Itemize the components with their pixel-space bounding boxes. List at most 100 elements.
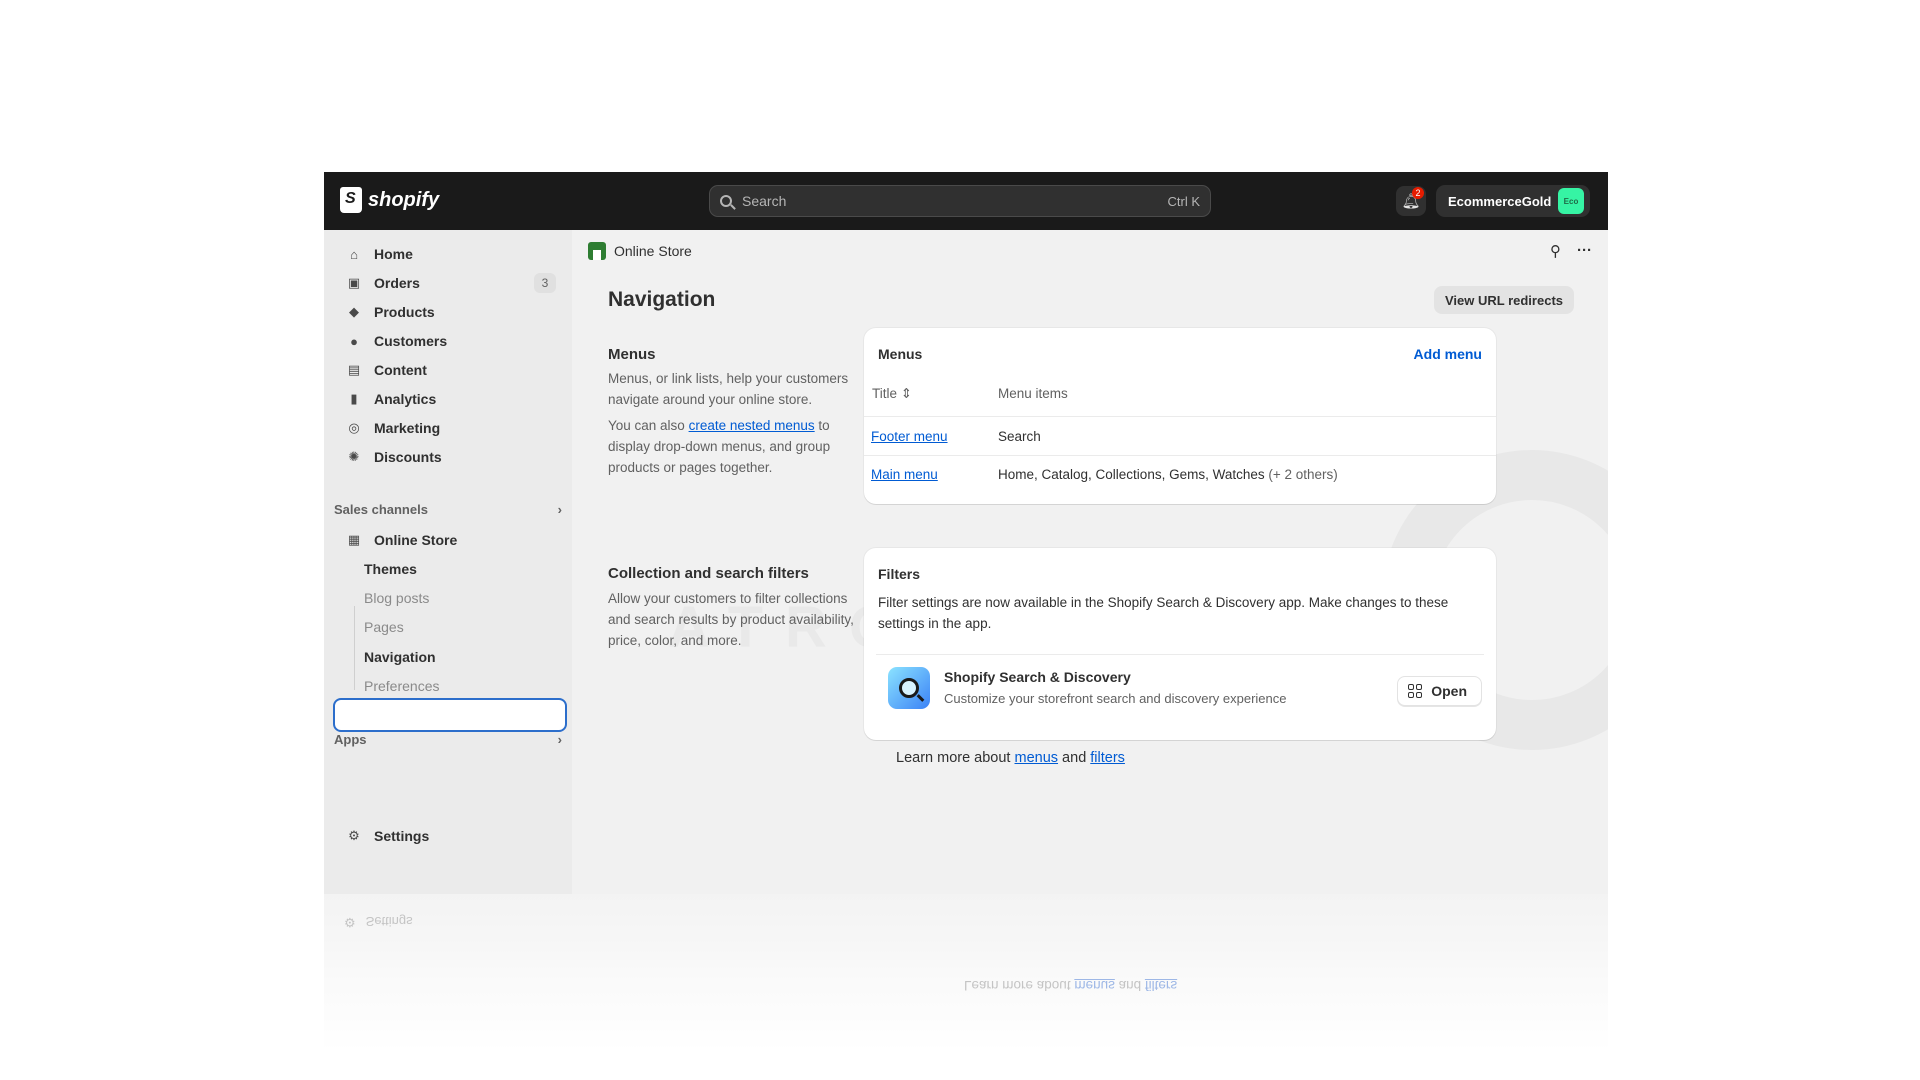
sort-icon: ⇕ xyxy=(900,386,913,401)
menus-section-desc: Menus, or link lists, help your customer… xyxy=(608,371,849,407)
store-name: EcommerceGold xyxy=(1448,193,1552,209)
tag-icon: ◆ xyxy=(349,304,359,319)
sidebar-subitem-themes[interactable]: Themes xyxy=(364,555,417,583)
menus-section-desc-2: You can also create nested menus to disp… xyxy=(608,415,858,478)
learn-mid: and xyxy=(1058,750,1091,766)
footer-menu-link[interactable]: Footer menu xyxy=(871,429,948,444)
menus-section-title: Menus xyxy=(608,346,656,363)
page-title: Navigation xyxy=(608,288,716,311)
online-store-icon xyxy=(588,242,606,260)
search-input[interactable]: Search Ctrl K xyxy=(709,185,1211,217)
more-icon[interactable]: ··· xyxy=(1577,242,1592,260)
gear-icon: ⚙ xyxy=(344,915,356,930)
app-row: Shopify Search & Discovery Customize you… xyxy=(876,654,1484,720)
filters-section-title: Collection and search filters xyxy=(608,565,809,582)
person-icon: ● xyxy=(350,333,358,349)
shopify-logo[interactable]: shopify xyxy=(340,187,439,213)
target-icon: ◎ xyxy=(348,420,360,435)
shopify-bag-icon xyxy=(340,187,362,213)
sidebar-item-home[interactable]: ⌂ Home xyxy=(332,240,564,268)
top-bar: shopify Search Ctrl K 🔔︎ 2 EcommerceGold… xyxy=(324,172,1608,230)
breadcrumb-label: Online Store xyxy=(614,243,692,259)
app-window: shopify Search Ctrl K 🔔︎ 2 EcommerceGold… xyxy=(324,172,1608,894)
breadcrumb[interactable]: Online Store xyxy=(588,242,692,260)
main-menu-items-text: Home, Catalog, Collections, Gems, Watche… xyxy=(998,467,1265,482)
open-label: Open xyxy=(1431,683,1467,699)
sidebar-item-customers[interactable]: ● Customers xyxy=(332,327,564,355)
apps-header[interactable]: Apps › xyxy=(334,732,562,747)
sidebar-item-label: Online Store xyxy=(374,532,458,548)
sidebar-item-discounts[interactable]: ✺ Discounts xyxy=(332,443,564,471)
inbox-icon: ▣ xyxy=(347,275,361,290)
sidebar-item-products[interactable]: ◆ Products xyxy=(332,298,564,326)
sidebar-subitem-preferences[interactable]: Preferences xyxy=(364,672,439,700)
app-description: Customize your storefront search and dis… xyxy=(944,691,1287,706)
pin-icon[interactable]: ⚲ xyxy=(1550,242,1561,260)
sidebar-item-label: Analytics xyxy=(374,391,437,407)
active-item-highlight xyxy=(333,698,567,732)
filters-help-link[interactable]: filters xyxy=(1090,750,1125,766)
magnifier-icon xyxy=(899,678,919,698)
app-name: Shopify Search & Discovery xyxy=(944,669,1131,685)
store-account-button[interactable]: EcommerceGold Eco xyxy=(1436,185,1590,217)
sub-nav-line xyxy=(354,606,355,690)
gear-icon: ⚙ xyxy=(348,828,360,843)
filters-card: Filters Filter settings are now availabl… xyxy=(864,548,1496,740)
sidebar-item-analytics[interactable]: ▮ Analytics xyxy=(332,385,564,413)
search-icon xyxy=(720,195,732,207)
filters-card-text: Filter settings are now available in the… xyxy=(878,595,1449,631)
reflection-learn-mid: and xyxy=(1114,978,1145,993)
menu-items-column-header: Menu items xyxy=(998,386,1068,401)
sidebar-item-settings[interactable]: ⚙ Settings xyxy=(332,822,564,850)
reflection-learn-more: Learn more about menus and filters xyxy=(964,978,1177,993)
avatar: Eco xyxy=(1558,188,1584,214)
orders-count-badge: 3 xyxy=(534,273,556,293)
add-menu-link[interactable]: Add menu xyxy=(1414,346,1482,362)
window-reflection: ⚙ Settings Learn more about menus and fil… xyxy=(324,894,1608,1080)
sidebar-item-content[interactable]: ▤ Content xyxy=(332,356,564,384)
create-nested-menus-link[interactable]: create nested menus xyxy=(689,418,815,433)
sales-channels-label: Sales channels xyxy=(334,502,428,517)
main-menu-items: Home, Catalog, Collections, Gems, Watche… xyxy=(998,467,1338,482)
sidebar-subitem-blog-posts[interactable]: Blog posts xyxy=(364,584,429,612)
view-url-redirects-button[interactable]: View URL redirects xyxy=(1433,286,1574,314)
sidebar-subitem-navigation[interactable]: Navigation xyxy=(364,643,436,671)
chevron-right-icon: › xyxy=(557,732,562,747)
search-discovery-app-icon xyxy=(888,667,930,709)
notification-badge: 2 xyxy=(1412,187,1424,199)
filters-section-desc: Allow your customers to filter collectio… xyxy=(608,591,854,648)
sidebar-item-label: Customers xyxy=(374,333,448,349)
main-menu-link[interactable]: Main menu xyxy=(871,467,938,482)
sidebar-item-marketing[interactable]: ◎ Marketing xyxy=(332,414,564,442)
page-actions: ⚲ ··· xyxy=(1550,242,1592,260)
menus-help-link[interactable]: menus xyxy=(1015,750,1059,766)
sidebar-item-label: Home xyxy=(374,246,413,262)
reflection-learn-prefix: Learn more about xyxy=(964,978,1075,993)
logo-text: shopify xyxy=(368,188,440,211)
home-icon: ⌂ xyxy=(350,246,358,262)
apps-grid-icon xyxy=(1408,684,1423,698)
row-divider xyxy=(864,455,1496,456)
search-placeholder: Search xyxy=(742,193,787,209)
title-column-header[interactable]: Title ⇕ xyxy=(872,386,912,402)
sidebar-subitem-pages[interactable]: Pages xyxy=(364,613,404,641)
main-menu-others: (+ 2 others) xyxy=(1268,467,1338,482)
sales-channels-header[interactable]: Sales channels › xyxy=(334,502,562,517)
row-divider xyxy=(864,416,1496,417)
sidebar: ⌂ Home ▣ Orders 3 ◆ Products ● Customers… xyxy=(324,230,572,894)
menus-card-title: Menus xyxy=(878,346,923,362)
reflection-filters: filters xyxy=(1144,978,1178,993)
sidebar-item-label: Discounts xyxy=(374,449,442,465)
main-content: ATRO ACADEMY Online Store ⚲ ··· Navigati… xyxy=(572,230,1608,894)
sidebar-item-label: Marketing xyxy=(374,420,441,436)
bar-chart-icon: ▮ xyxy=(350,391,358,406)
open-app-button[interactable]: Open xyxy=(1397,676,1482,706)
apps-label: Apps xyxy=(334,732,367,747)
sidebar-item-label: Content xyxy=(374,362,427,378)
sidebar-item-orders[interactable]: ▣ Orders 3 xyxy=(332,269,564,297)
notifications-button[interactable]: 🔔︎ 2 xyxy=(1396,186,1426,216)
learn-more-text: Learn more about menus and filters xyxy=(896,750,1125,766)
sidebar-item-online-store[interactable]: ▦ Online Store xyxy=(332,526,564,554)
discount-icon: ✺ xyxy=(348,449,360,464)
sidebar-item-label: Settings xyxy=(374,828,430,844)
